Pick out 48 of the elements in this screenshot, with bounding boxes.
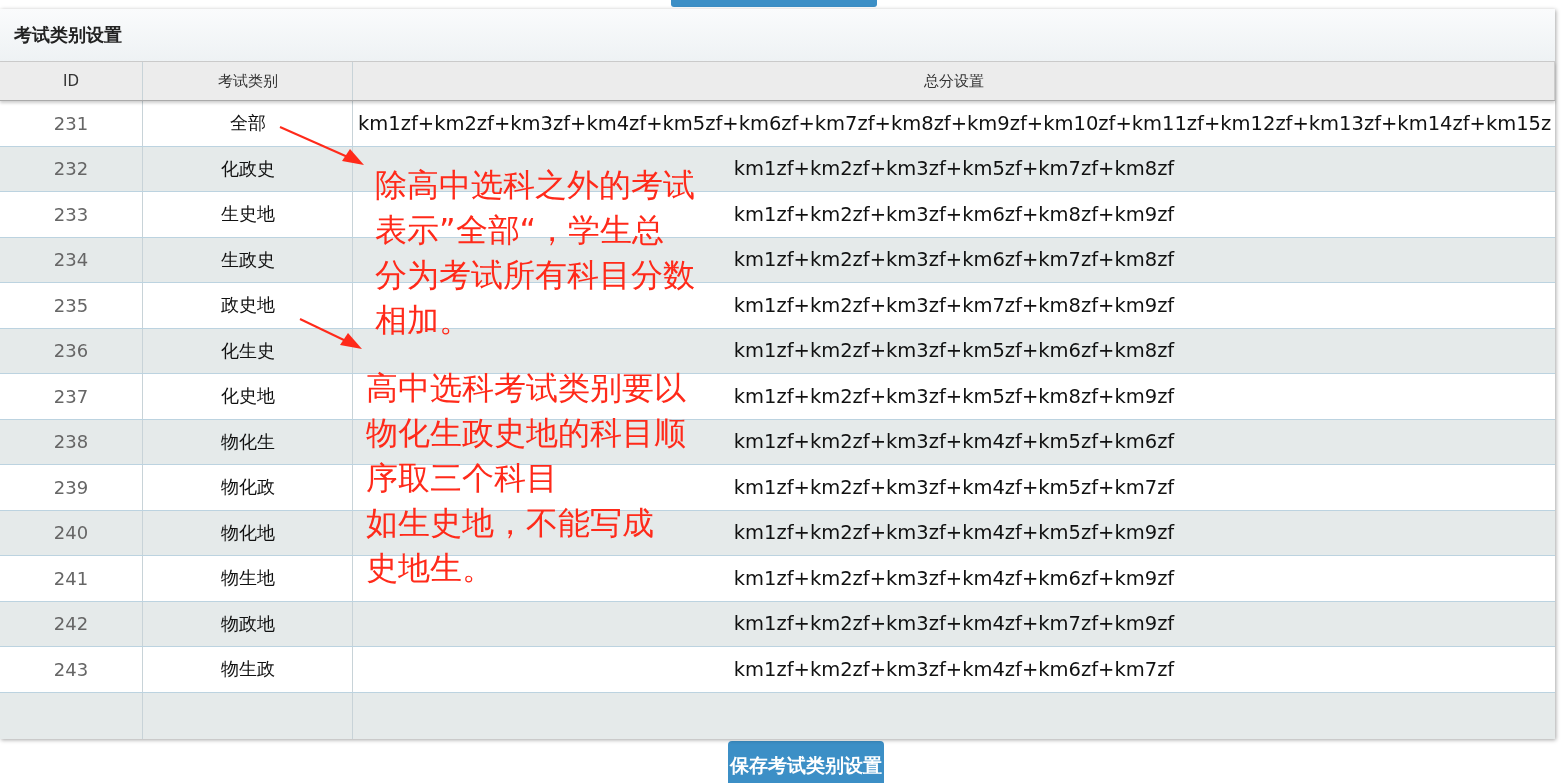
column-header: 考试类别 bbox=[143, 62, 353, 100]
table-cell: km1zf+km2zf+km3zf+km6zf+km8zf+km9zf bbox=[733, 202, 1175, 226]
save-button[interactable]: 保存考试类别设置 bbox=[727, 740, 884, 783]
table-cell: 物生地 bbox=[220, 566, 275, 591]
table-cell: 233 bbox=[53, 203, 89, 225]
table-cell: 物化生 bbox=[220, 429, 275, 454]
table-cell: 生政史 bbox=[220, 247, 275, 272]
table-cell: 232 bbox=[53, 158, 89, 180]
top-button-edge[interactable] bbox=[671, 0, 877, 7]
table-cell: 政史地 bbox=[220, 293, 275, 318]
table-cell: 236 bbox=[53, 340, 89, 362]
table-cell: km1zf+km2zf+km3zf+km7zf+km8zf+km9zf bbox=[733, 293, 1175, 317]
table-cell: 240 bbox=[53, 522, 89, 544]
table-cell: km1zf+km2zf+km3zf+km4zf+km5zf+km6zf bbox=[733, 430, 1175, 454]
table-cell: km1zf+km2zf+km3zf+km4zf+km6zf+km9zf bbox=[733, 566, 1175, 590]
table-cell: km1zf+km2zf+km3zf+km4zf+km5zf+km9zf bbox=[733, 521, 1175, 545]
table-cell: km1zf+km2zf+km3zf+km4zf+km7zf+km9zf bbox=[733, 612, 1175, 636]
table-cell: 化史地 bbox=[220, 384, 275, 409]
table-cell: km1zf+km2zf+km3zf+km5zf+km7zf+km8zf bbox=[733, 157, 1175, 181]
table-cell: km1zf+km2zf+km3zf+km4zf+km5zf+km6zf+km7zf+km8zf+km9zf+km10zf+km11zf+km12zf+km13zf+km14zf+km15z bbox=[358, 111, 1552, 135]
table-cell: 239 bbox=[53, 476, 89, 498]
table-cell: 物化政 bbox=[220, 475, 275, 500]
table-cell: 化生史 bbox=[220, 338, 275, 363]
table-cell: km1zf+km2zf+km3zf+km5zf+km8zf+km9zf bbox=[733, 384, 1175, 408]
table-cell: 241 bbox=[53, 567, 89, 589]
table-cell: 234 bbox=[53, 249, 89, 271]
table-cell: 生史地 bbox=[220, 202, 275, 227]
table-cell: km1zf+km2zf+km3zf+km6zf+km7zf+km8zf bbox=[733, 248, 1175, 272]
table-cell: 全部 bbox=[229, 111, 266, 136]
column-header: 总分设置 bbox=[353, 62, 1555, 100]
table-cell: 231 bbox=[53, 112, 89, 134]
table-cell: 化政史 bbox=[220, 156, 275, 181]
table-cell: km1zf+km2zf+km3zf+km4zf+km5zf+km7zf bbox=[733, 475, 1175, 499]
table-cell: km1zf+km2zf+km3zf+km5zf+km6zf+km8zf bbox=[733, 339, 1175, 363]
table-cell: 237 bbox=[53, 385, 89, 407]
table-cell: 物政地 bbox=[220, 611, 275, 636]
table-cell: 物生政 bbox=[220, 657, 275, 682]
column-header: ID bbox=[0, 62, 143, 100]
table-cell: 238 bbox=[53, 431, 89, 453]
annotation-note: 高中选科考试类别要以 物化生政史地的科目顺 序取三个科目 如生史地，不能写成 史地生。 bbox=[366, 368, 686, 589]
annotation-note: 除高中选科之外的考试 表示”全部“，学生总 分为考试所有科目分数 相加。 bbox=[375, 165, 695, 341]
arrow bbox=[299, 318, 362, 349]
table-cell: 235 bbox=[53, 294, 89, 316]
table-cell: km1zf+km2zf+km3zf+km4zf+km6zf+km7zf bbox=[733, 657, 1175, 681]
panel-title: 考试类别设置 bbox=[14, 23, 122, 47]
table-cell: 242 bbox=[53, 613, 89, 635]
table-cell: 243 bbox=[53, 658, 89, 680]
table-cell: 物化地 bbox=[220, 520, 275, 545]
